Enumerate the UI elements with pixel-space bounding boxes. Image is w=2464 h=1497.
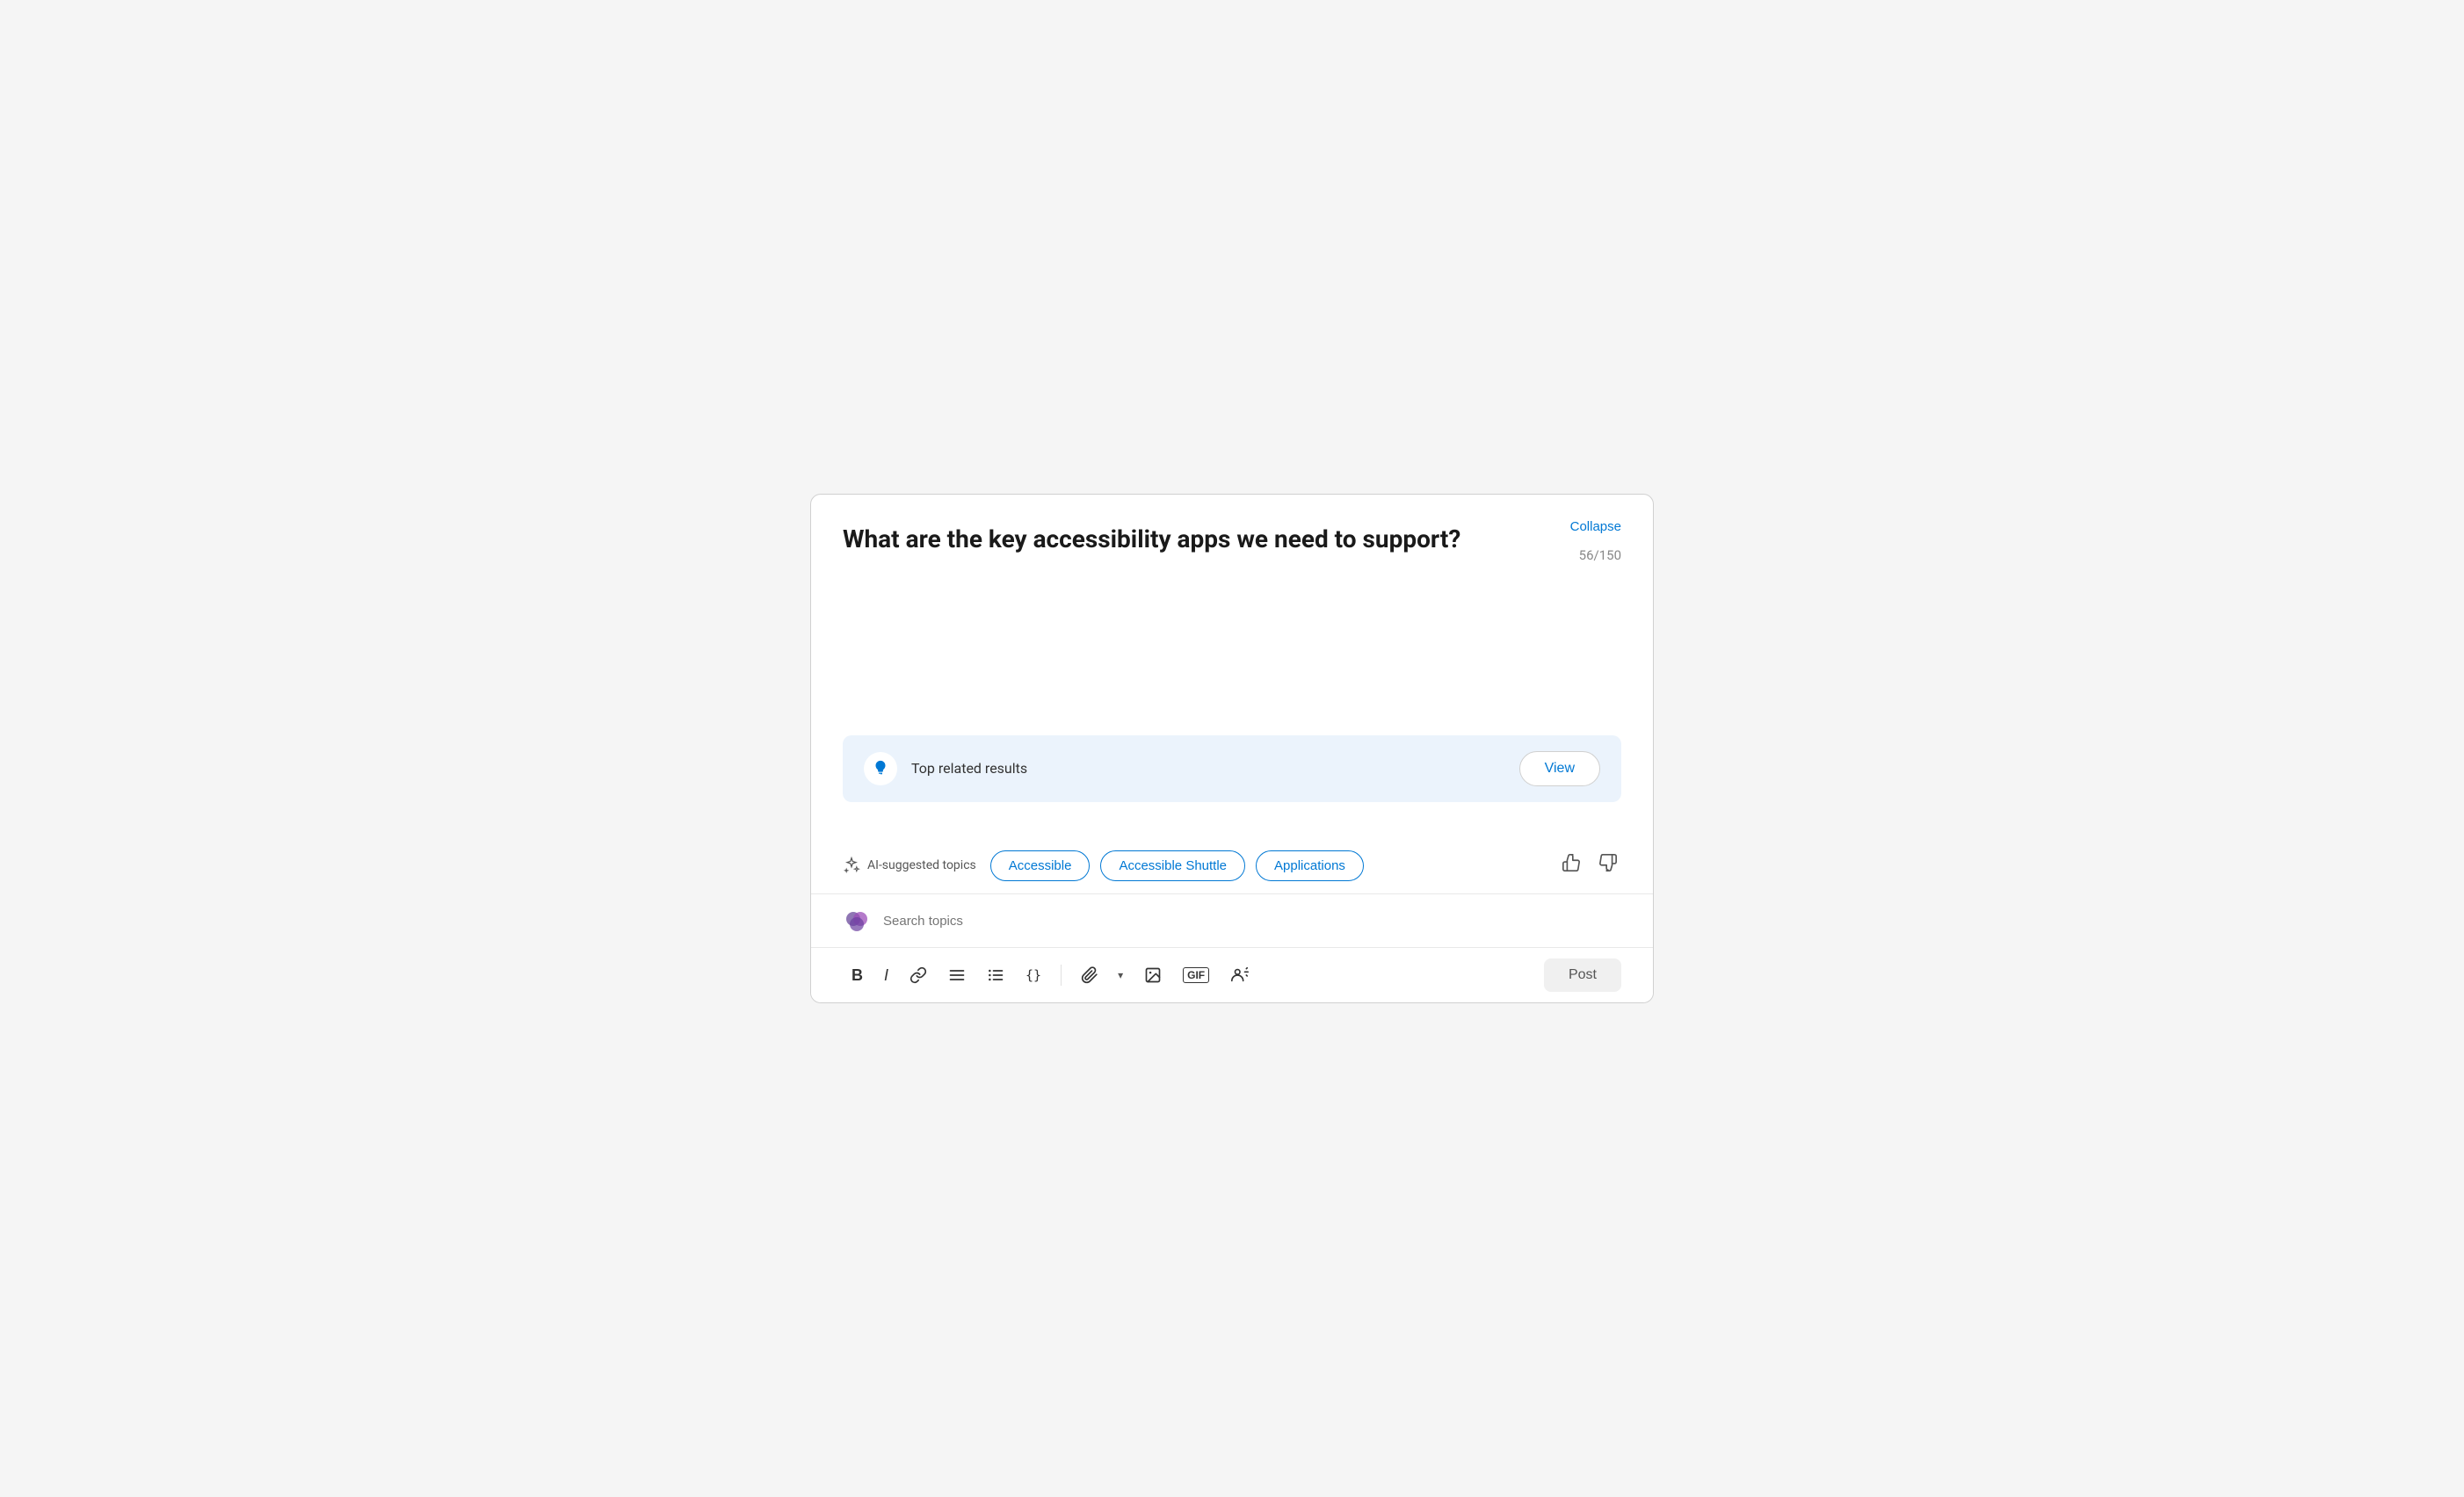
paperclip-icon <box>1081 966 1098 984</box>
mention-button[interactable] <box>1221 960 1258 990</box>
toolbar: B I <box>811 948 1653 1002</box>
ai-label-group: AI-suggested topics <box>843 857 976 874</box>
thumbs-up-button[interactable] <box>1558 850 1584 881</box>
toolbar-divider <box>1061 965 1062 986</box>
related-results-label: Top related results <box>911 760 1519 777</box>
ai-topics-section: AI-suggested topics Accessible Accessibl… <box>811 832 1653 894</box>
topic-chip-applications[interactable]: Applications <box>1256 850 1364 881</box>
image-icon <box>1144 966 1162 984</box>
ai-suggested-label: AI-suggested topics <box>867 858 976 872</box>
search-topics-input[interactable] <box>883 914 1621 929</box>
gif-button[interactable]: GIF <box>1174 962 1218 988</box>
related-results-bar: Top related results View <box>843 735 1621 802</box>
collapse-button[interactable]: Collapse <box>1570 519 1621 534</box>
thumbs-down-icon <box>1598 853 1618 872</box>
list-button[interactable] <box>978 961 1013 989</box>
search-topics-section <box>811 894 1653 948</box>
topics-avatar-icon <box>843 907 871 935</box>
align-button[interactable] <box>939 961 975 989</box>
image-button[interactable] <box>1135 961 1170 989</box>
topics-avatar-svg <box>843 907 871 935</box>
editor-main: Collapse 56/150 What are the key accessi… <box>811 495 1653 832</box>
bold-button[interactable]: B <box>843 961 872 990</box>
question-title: What are the key accessibility apps we n… <box>843 523 1563 556</box>
thumbs-up-icon <box>1562 853 1581 872</box>
link-button[interactable] <box>901 961 936 989</box>
view-button[interactable]: View <box>1519 751 1600 786</box>
link-icon <box>910 966 927 984</box>
align-icon <box>948 966 966 984</box>
attachment-group: ▾ <box>1072 961 1132 989</box>
mention-icon <box>1230 965 1250 985</box>
topic-chip-accessible-shuttle[interactable]: Accessible Shuttle <box>1100 850 1245 881</box>
feedback-icons <box>1558 850 1621 881</box>
char-count: 56/150 <box>1579 547 1621 563</box>
post-button[interactable]: Post <box>1544 958 1621 992</box>
lightbulb-svg <box>871 759 890 778</box>
thumbs-down-button[interactable] <box>1595 850 1621 881</box>
list-icon <box>987 966 1004 984</box>
editor-container: Collapse 56/150 What are the key accessi… <box>810 494 1654 1003</box>
sparkle-icon <box>843 857 860 874</box>
attachment-button[interactable] <box>1072 961 1107 989</box>
italic-button[interactable]: I <box>875 961 897 990</box>
attachment-dropdown-button[interactable]: ▾ <box>1109 964 1132 987</box>
content-area[interactable] <box>843 556 1621 714</box>
code-button[interactable]: {} <box>1017 962 1050 988</box>
topic-chip-accessible[interactable]: Accessible <box>990 850 1091 881</box>
lightbulb-icon <box>864 752 897 785</box>
